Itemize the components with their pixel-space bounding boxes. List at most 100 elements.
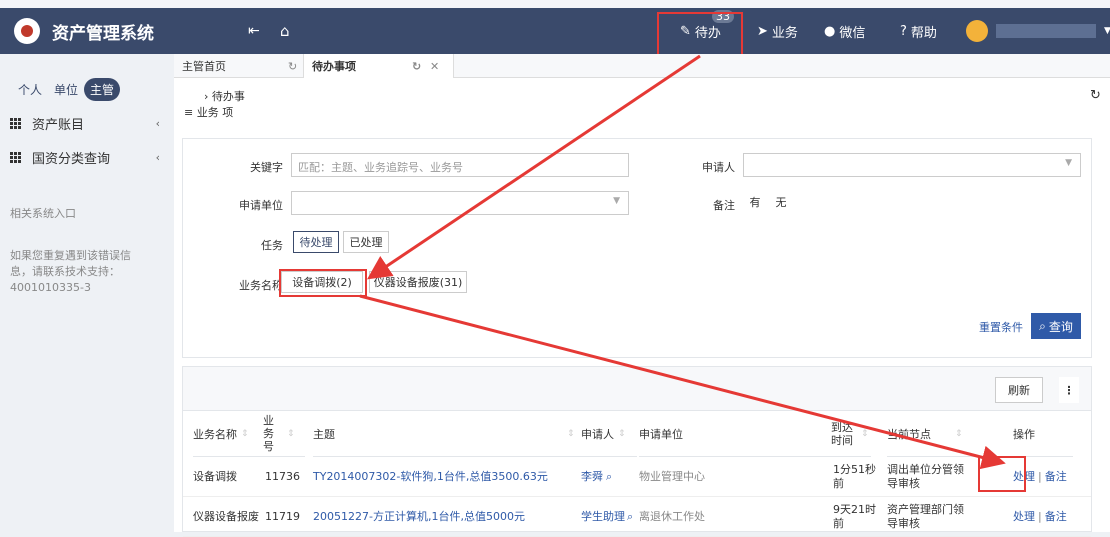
collapse-sidebar-icon[interactable]: ⇤ [248,8,260,54]
tab-supervisor-home[interactable]: 主管首页 ↻ [174,54,304,78]
chevron-down-icon: ▼ [613,196,620,206]
help-label: 帮助 [910,25,937,41]
task-pending-option[interactable]: 待处理 [293,231,339,253]
grid-icon [10,117,22,130]
support-text: 如果您重复遇到该错误信息，请联系技术支持： [10,249,131,278]
refresh-icon[interactable]: ↻ [288,60,297,73]
segment-unit[interactable]: 单位 [48,78,84,101]
reset-button[interactable]: 重置条件 [975,319,1023,335]
table-row: 仪器设备报废 11719 20051227-方正计算机,1台件,总值5000元 … [183,497,1091,537]
column-header-applicant[interactable]: 申请人 ⇕ [581,411,637,457]
breadcrumb: › 待办事 [204,90,245,103]
sort-icon: ⇕ [955,428,963,439]
segment-personal[interactable]: 个人 [12,78,48,101]
biz-scrap-option[interactable]: 仪器设备报废(31) [369,271,467,293]
wechat-label: 微信 [839,25,866,41]
unit-label: 申请单位 [239,199,283,212]
business-label: 业务 [771,25,798,41]
column-label: 业务号 [263,414,274,453]
chevron-down-icon: ▼ [1065,158,1072,168]
tab-bar: 主管首页 ↻ 待办事项 ↻ ✕ [174,54,1110,78]
column-header-arrival[interactable]: 到达时间 ⇕ [831,411,871,457]
filter-panel: 关键字 匹配：主题、业务追踪号、业务号 申请人 ▼ 申请单位 ▼ 备注 有 无 … [182,138,1092,358]
action-separator: | [1038,510,1042,523]
column-header-action: 操作 [1013,411,1073,457]
column-header-subject[interactable]: 主题 [313,411,563,457]
sidebar-item-category-query[interactable]: 国资分类查询 ‹ [10,148,160,167]
app-logo-icon [14,18,40,44]
query-label: 查询 [1048,319,1073,334]
remark-no-option[interactable]: 无 [769,191,793,213]
column-label: 主题 [313,427,335,441]
todo-table: 刷新 ⋮ 业务名称 ⇕ 业务号 ⇕ 主题 ⇕ 申请人 ⇕ 申请单位 到达时间 ⇕ 当前节… [182,366,1092,537]
column-label: 当前节点 [887,427,931,441]
cell-actions: 处理 | 备注 [1013,497,1083,537]
related-systems-entry[interactable]: 相关系统入口 [10,206,150,222]
help-button[interactable]: ? 帮助 [900,8,937,54]
applicant-name: 学生助理 [581,510,625,523]
user-menu[interactable]: ▼ [966,8,1110,54]
applicant-select[interactable]: ▼ [743,153,1081,177]
reload-icon[interactable]: ↻ [1090,88,1101,103]
task-done-option[interactable]: 已处理 [343,231,389,253]
column-header-node[interactable]: 当前节点 ⇕ [887,411,987,457]
cell-unit: 物业管理中心 [639,470,705,483]
cell-bizname: 设备调拨 [193,470,237,483]
unit-select[interactable]: ▼ [291,191,629,215]
business-button[interactable]: ➤ 业务 [757,8,798,54]
page-title: ≡ 业务 项 [184,106,234,119]
bizname-label: 业务名称 [239,279,283,292]
refresh-icon[interactable]: ↻ [412,60,421,73]
task-label: 任务 [261,239,283,252]
remark-link[interactable]: 备注 [1045,510,1067,524]
main-content: 主管首页 ↻ 待办事项 ↻ ✕ › 待办事 ≡ 业务 项 ↻ 关键字 匹配：主题… [174,54,1110,537]
cell-subject-link[interactable]: 20051227-方正计算机,1台件,总值5000元 [313,497,573,537]
more-options-icon[interactable]: ⋮ [1059,377,1079,403]
help-icon: ? [900,23,907,39]
query-button[interactable]: ⌕ 查询 [1031,313,1081,339]
column-label: 操作 [1013,427,1035,441]
sidebar-item-asset-ledger[interactable]: 资产账目 ‹ [10,114,160,133]
sort-icon: ⇕ [567,428,575,439]
todo-highlight-box [657,12,743,56]
wechat-button[interactable]: ● 微信 [824,8,865,54]
tab-todo-items[interactable]: 待办事项 ↻ ✕ [304,54,454,78]
action-separator: | [1038,470,1042,483]
table-row: 设备调拨 11736 TY2014007302-软件狗,1台件,总值3500.6… [183,457,1091,497]
top-bar: 资产管理系统 ⇤ ⌂ ✎ 待办 33 ➤ 业务 ● 微信 ? 帮助 ▼ [0,8,1110,54]
top-strip [0,0,1110,8]
remark-link[interactable]: 备注 [1045,470,1067,484]
avatar [966,20,988,42]
sort-icon: ⇕ [287,428,295,439]
wechat-icon: ● [824,23,836,39]
segment-supervisor[interactable]: 主管 [84,78,121,101]
search-icon: ⌕ [606,470,613,483]
home-icon[interactable]: ⌂ [280,8,290,54]
chevron-down-icon: ▼ [1104,26,1110,36]
column-header-unit[interactable]: 申请单位 [639,411,839,457]
column-label: 申请人 [581,427,614,441]
close-icon[interactable]: ✕ [430,60,439,73]
cell-node: 调出单位分管领导审核 [887,463,964,490]
sort-icon: ⇕ [241,428,249,439]
keyword-input[interactable]: 匹配：主题、业务追踪号、业务号 [291,153,629,177]
process-link[interactable]: 处理 [1013,510,1035,524]
cell-applicant-link[interactable]: 学生助理 ⌕ [581,497,637,537]
keyword-label: 关键字 [250,161,283,174]
cell-arrival: 9天21时前 [833,503,876,530]
sidebar: 个人 单位 主管 资产账目 ‹ 国资分类查询 ‹ 相关系统入口 如果您重复遇到该… [0,54,174,532]
cell-bizno: 11719 [265,510,300,523]
cell-subject-link[interactable]: TY2014007302-软件狗,1台件,总值3500.63元 [313,457,573,497]
biz-transfer-highlight-box [279,269,367,297]
cell-applicant-link[interactable]: 李舜 ⌕ [581,457,637,497]
column-label: 业务名称 [193,427,237,441]
remark-yes-option[interactable]: 有 [743,191,767,213]
refresh-button[interactable]: 刷新 [995,377,1043,403]
column-header-bizname[interactable]: 业务名称 ⇕ [193,411,263,457]
username-redacted [996,24,1096,38]
grid-icon [10,151,22,164]
column-header-bizno[interactable]: 业务号 ⇕ [263,411,305,457]
tab-label: 主管首页 [182,60,226,73]
applicant-label: 申请人 [702,161,735,174]
search-icon: ⌕ [1039,318,1046,333]
